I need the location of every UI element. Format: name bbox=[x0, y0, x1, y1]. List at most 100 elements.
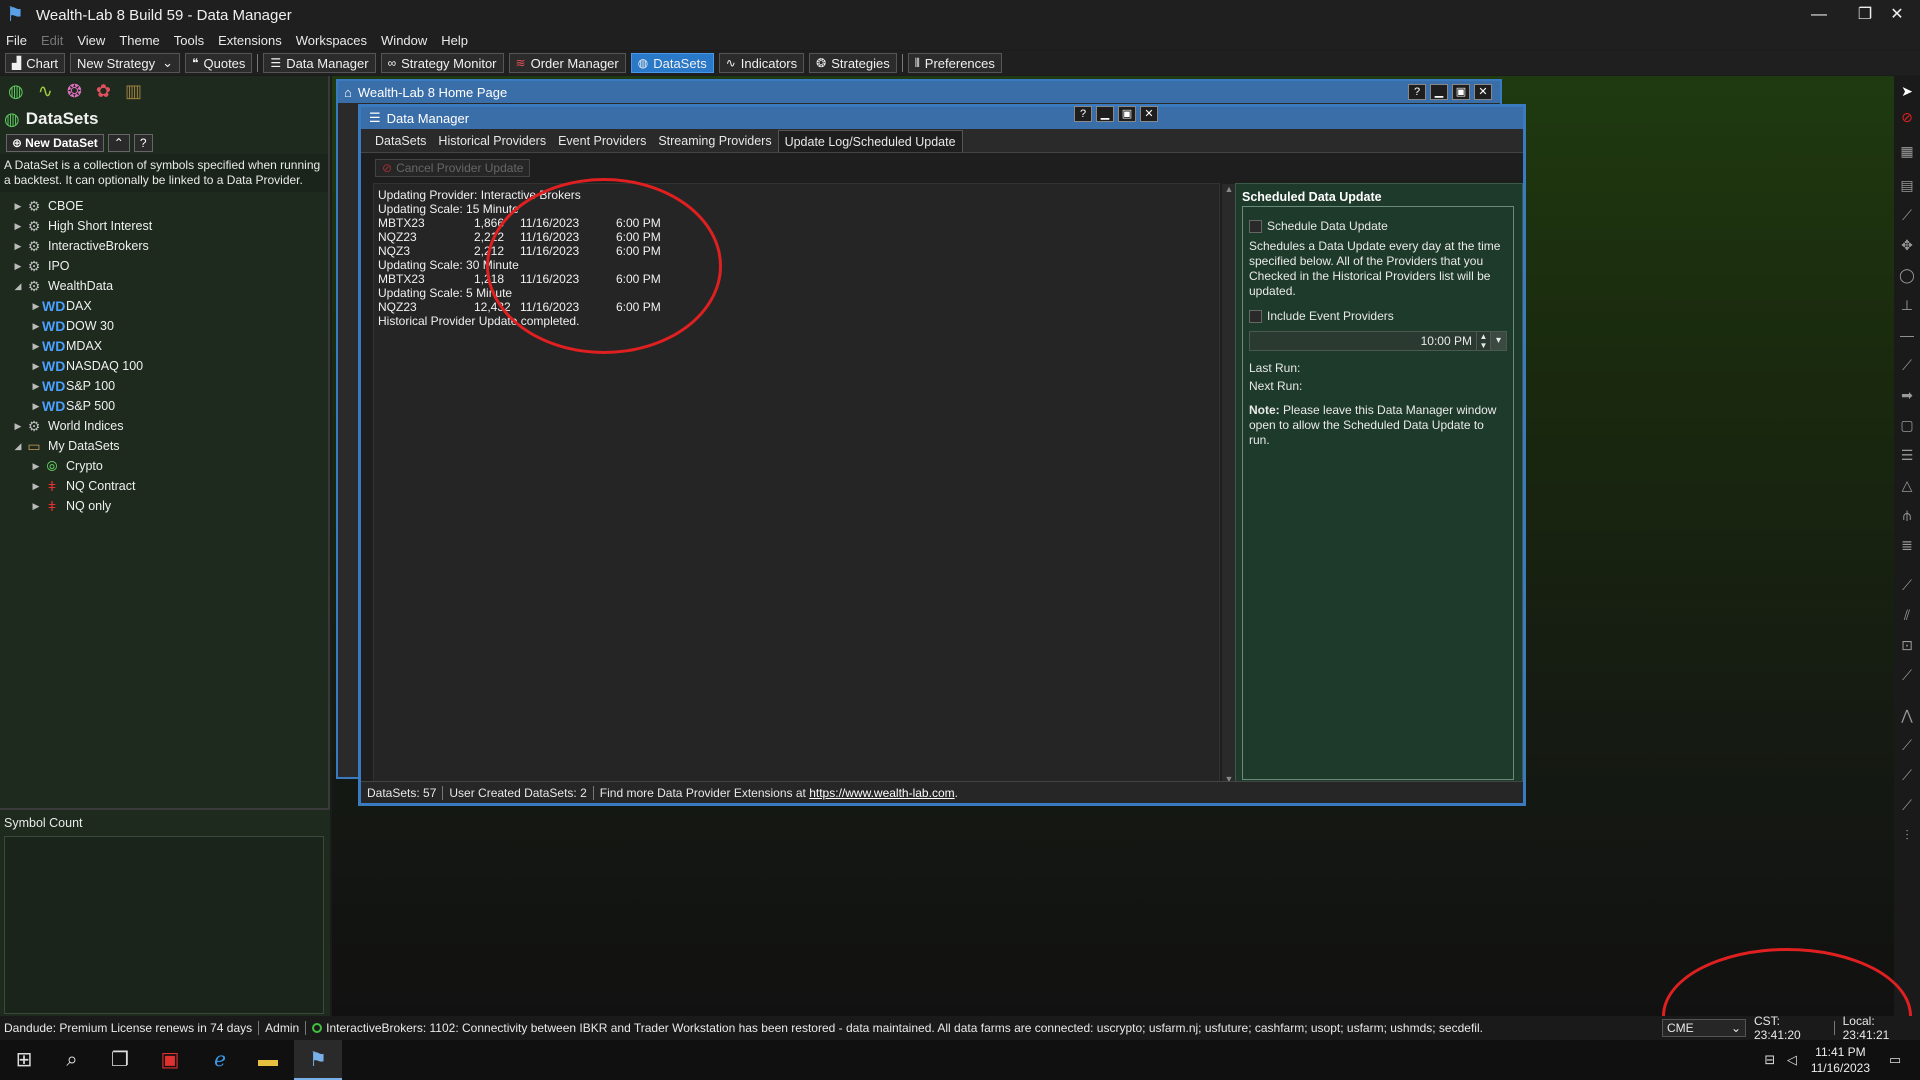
pitchfork-tool-icon[interactable]: ⫛ bbox=[1898, 506, 1916, 524]
tab-datasets[interactable]: DataSets bbox=[369, 130, 432, 152]
expand-icon[interactable]: ▶ bbox=[30, 341, 42, 352]
home-maximize-button[interactable]: ▣ bbox=[1452, 84, 1470, 100]
node-tool-icon[interactable]: ⊡ bbox=[1898, 636, 1916, 654]
rect-tool-icon[interactable]: ▢ bbox=[1898, 416, 1916, 434]
expand-icon[interactable]: ▶ bbox=[12, 221, 24, 232]
expand-icon[interactable]: ▶ bbox=[30, 501, 42, 512]
tree-item-dax[interactable]: ▶ WD DAX bbox=[0, 296, 328, 316]
exchange-select[interactable]: CME ⌄ bbox=[1662, 1019, 1746, 1037]
trend-tool-icon[interactable]: ⟋ bbox=[1898, 576, 1916, 594]
search-icon[interactable]: ⌕ bbox=[48, 1040, 96, 1080]
network-icon[interactable]: ⊟ bbox=[1759, 1052, 1781, 1068]
collapse-button[interactable]: ⌃ bbox=[107, 134, 130, 152]
arrow-tool-icon[interactable]: ➡ bbox=[1898, 386, 1916, 404]
wave-tool-icon[interactable]: ⟋ bbox=[1898, 766, 1916, 784]
schedule-update-checkbox[interactable]: Schedule Data Update bbox=[1249, 219, 1507, 233]
tree-item-world-indices[interactable]: ▶ ⚙ World Indices bbox=[0, 416, 328, 436]
taskbar-clock[interactable]: 11:41 PM 11/16/2023 bbox=[1811, 1044, 1870, 1076]
expand-icon[interactable]: ▶ bbox=[30, 461, 42, 472]
menu-view[interactable]: View bbox=[77, 33, 105, 48]
volume-icon[interactable]: ◁ bbox=[1781, 1052, 1803, 1068]
expand-icon[interactable]: ▶ bbox=[30, 381, 42, 392]
gann-tool-icon[interactable]: ⟋ bbox=[1898, 736, 1916, 754]
acrobat-icon[interactable]: ▣ bbox=[146, 1040, 194, 1080]
tab-update-log[interactable]: Update Log/Scheduled Update bbox=[777, 130, 963, 152]
tick-tool-icon[interactable]: ⫶ bbox=[1898, 826, 1916, 844]
tree-item-dow30[interactable]: ▶ WD DOW 30 bbox=[0, 316, 328, 336]
tab-streaming-providers[interactable]: Streaming Providers bbox=[652, 130, 777, 152]
library-icon[interactable]: ▥ bbox=[125, 81, 142, 102]
data-manager-header[interactable]: ☰ Data Manager bbox=[361, 107, 1523, 129]
dm-maximize-button[interactable]: ▣ bbox=[1118, 106, 1136, 122]
home-minimize-button[interactable]: ▁ bbox=[1430, 84, 1448, 100]
strategy-monitor-button[interactable]: ∞ Strategy Monitor bbox=[380, 53, 504, 73]
start-icon[interactable]: ⊞ bbox=[0, 1040, 48, 1080]
no-icon[interactable]: ⊘ bbox=[1898, 108, 1916, 126]
menu-theme[interactable]: Theme bbox=[119, 33, 159, 48]
globe-icon[interactable]: ◍ bbox=[8, 81, 24, 102]
dm-help-button[interactable]: ? bbox=[1074, 106, 1092, 122]
wave-icon[interactable]: ∿ bbox=[38, 81, 53, 102]
task-view-icon[interactable]: ❐ bbox=[96, 1040, 144, 1080]
home-page-header[interactable]: ⌂ Wealth-Lab 8 Home Page bbox=[338, 81, 1500, 103]
line-tool-icon[interactable]: ⟋ bbox=[1898, 206, 1916, 224]
help-button[interactable]: ? bbox=[133, 134, 153, 152]
minimize-button[interactable]: — bbox=[1796, 0, 1842, 30]
wealthlab-taskbar-icon[interactable]: ⚑ bbox=[294, 1040, 342, 1080]
triangle-tool-icon[interactable]: △ bbox=[1898, 476, 1916, 494]
tree-item-nasdaq100[interactable]: ▶ WD NASDAQ 100 bbox=[0, 356, 328, 376]
ray-tool-icon[interactable]: ⟋ bbox=[1898, 356, 1916, 374]
menu-window[interactable]: Window bbox=[381, 33, 427, 48]
expand-icon[interactable]: ▶ bbox=[12, 201, 24, 212]
channel-tool-icon[interactable]: ⫽ bbox=[1898, 606, 1916, 624]
expand-icon[interactable]: ▶ bbox=[30, 401, 42, 412]
home-close-button[interactable]: ✕ bbox=[1474, 84, 1492, 100]
tree-item-mdax[interactable]: ▶ WD MDAX bbox=[0, 336, 328, 356]
tree-item-ipo[interactable]: ▶ ⚙ IPO bbox=[0, 256, 328, 276]
tree-item-nq-contract[interactable]: ▶ ǂ NQ Contract bbox=[0, 476, 328, 496]
fib-tool-icon[interactable]: ≣ bbox=[1898, 536, 1916, 554]
time-picker[interactable]: 10:00 PM ▲ ▼ ▾ bbox=[1249, 331, 1507, 351]
regression-tool-icon[interactable]: ⟋ bbox=[1898, 796, 1916, 814]
log-scrollbar[interactable]: ▲ ▼ bbox=[1222, 184, 1236, 784]
hline-tool-icon[interactable]: — bbox=[1898, 326, 1916, 344]
strategies-button[interactable]: ❂ Strategies bbox=[809, 53, 897, 73]
tree-item-high-short[interactable]: ▶ ⚙ High Short Interest bbox=[0, 216, 328, 236]
quotes-button[interactable]: ❝ Quotes bbox=[185, 53, 253, 73]
brain-icon[interactable]: ❂ bbox=[67, 81, 82, 102]
tree-item-sp100[interactable]: ▶ WD S&P 100 bbox=[0, 376, 328, 396]
edge-icon[interactable]: ℯ bbox=[196, 1040, 244, 1080]
spinner-icon[interactable]: ▲ ▼ bbox=[1476, 332, 1490, 350]
move-tool-icon[interactable]: ✥ bbox=[1898, 236, 1916, 254]
expand-icon[interactable]: ▶ bbox=[30, 321, 42, 332]
wealth-lab-link[interactable]: https://www.wealth-lab.com bbox=[809, 786, 954, 800]
menu-file[interactable]: File bbox=[6, 33, 27, 48]
chevron-down-icon[interactable]: ▾ bbox=[1490, 332, 1506, 350]
indicators-button[interactable]: ∿ Indicators bbox=[718, 53, 805, 73]
tree-item-crypto[interactable]: ▶ ⦾ Crypto bbox=[0, 456, 328, 476]
expand-icon[interactable]: ▶ bbox=[30, 361, 42, 372]
menu-workspaces[interactable]: Workspaces bbox=[296, 33, 367, 48]
expand-icon[interactable]: ▶ bbox=[12, 421, 24, 432]
tree-item-ib[interactable]: ▶ ⚙ InteractiveBrokers bbox=[0, 236, 328, 256]
notification-icon[interactable]: ▭ bbox=[1884, 1052, 1906, 1068]
explorer-icon[interactable]: ▬ bbox=[244, 1040, 292, 1080]
data-manager-button[interactable]: ☰ Data Manager bbox=[263, 53, 376, 73]
tree-item-cboe[interactable]: ▶ ⚙ CBOE bbox=[0, 196, 328, 216]
tab-historical-providers[interactable]: Historical Providers bbox=[432, 130, 552, 152]
preferences-button[interactable]: ⫴ Preferences bbox=[907, 53, 1002, 73]
menu-help[interactable]: Help bbox=[441, 33, 468, 48]
menu-edit[interactable]: Edit bbox=[41, 33, 63, 48]
expand-icon[interactable]: ▶ bbox=[12, 261, 24, 272]
tree-item-sp500[interactable]: ▶ WD S&P 500 bbox=[0, 396, 328, 416]
grid-icon[interactable]: ▦ bbox=[1898, 142, 1916, 160]
collapse-icon[interactable]: ◢ bbox=[12, 281, 24, 292]
collapse-icon[interactable]: ◢ bbox=[12, 441, 24, 452]
tab-event-providers[interactable]: Event Providers bbox=[552, 130, 652, 152]
expand-icon[interactable]: ▶ bbox=[30, 301, 42, 312]
include-event-providers-checkbox[interactable]: Include Event Providers bbox=[1249, 309, 1507, 323]
home-help-button[interactable]: ? bbox=[1408, 84, 1426, 100]
cancel-provider-update-button[interactable]: ⊘ Cancel Provider Update bbox=[375, 159, 531, 177]
tree-item-wealthdata[interactable]: ◢ ⚙ WealthData bbox=[0, 276, 328, 296]
dm-minimize-button[interactable]: ▁ bbox=[1096, 106, 1114, 122]
